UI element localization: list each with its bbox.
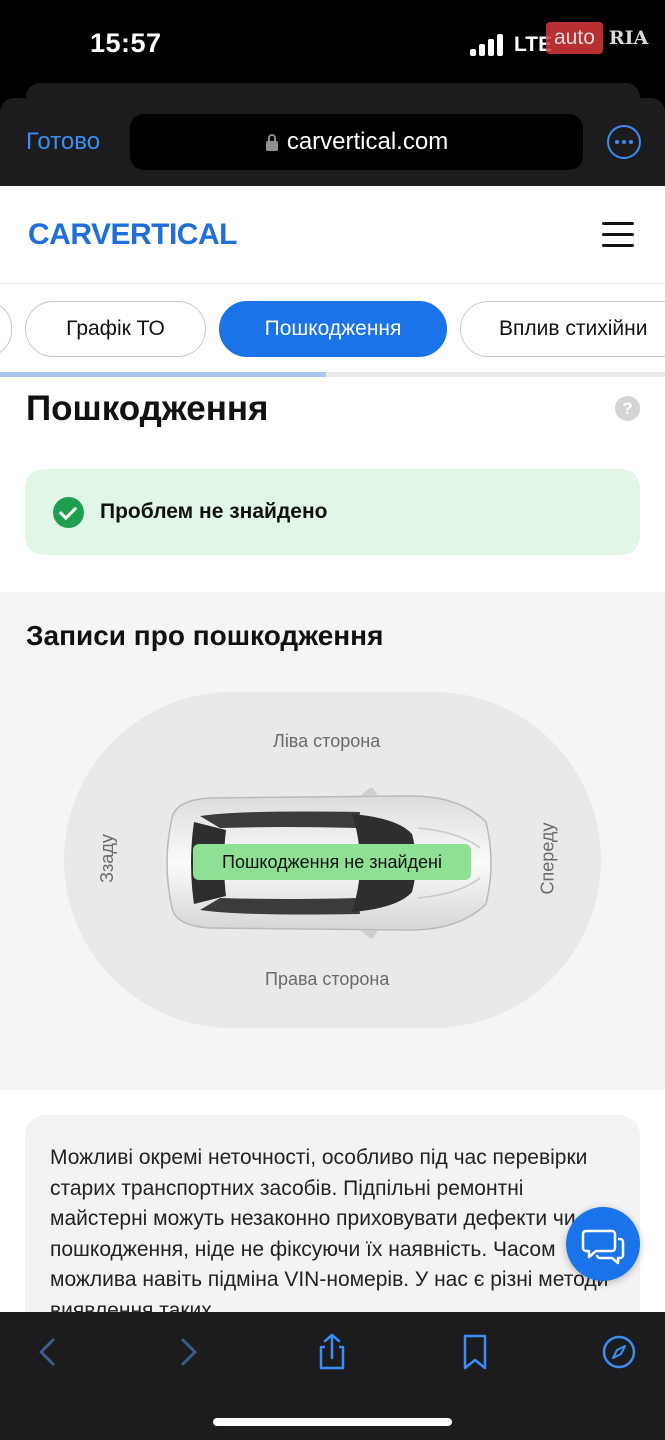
browser-top-bar: Готово carvertical.com: [0, 98, 665, 186]
left-side-label: Ліва сторона: [273, 731, 381, 751]
front-label: Спереду: [537, 822, 558, 895]
help-icon[interactable]: ?: [615, 396, 640, 421]
disclaimer-card: Можливі окремі неточності, особливо під …: [25, 1115, 640, 1312]
hamburger-icon[interactable]: [602, 222, 634, 248]
status-time: 15:57: [90, 28, 162, 58]
no-problems-banner: Проблем не знайдено: [25, 469, 640, 555]
share-icon[interactable]: [312, 1332, 352, 1372]
compass-icon[interactable]: [599, 1332, 639, 1372]
chat-support-button[interactable]: [566, 1207, 640, 1281]
tab-previous-partial[interactable]: [0, 301, 12, 357]
tabs-scroll-fill: [0, 372, 326, 377]
done-button[interactable]: Готово: [26, 128, 100, 156]
right-side-label: Права сторона: [265, 969, 390, 989]
tab-service-schedule[interactable]: Графік ТО: [25, 301, 206, 357]
home-indicator[interactable]: [213, 1418, 452, 1426]
url-text: carvertical.com: [286, 128, 449, 155]
web-content: CARVERTICAL Графік ТО Пошкодження Вплив …: [0, 186, 665, 1312]
ellipsis-circle-icon[interactable]: [607, 125, 641, 159]
no-damage-badge: Пошкодження не знайдені: [193, 844, 471, 880]
tabs-scroll-indicator: [0, 372, 665, 377]
status-bar: 15:57 LTE auto RIA: [0, 0, 665, 92]
carvertical-logo[interactable]: CARVERTICAL: [28, 218, 237, 252]
chat-bubbles-icon: [581, 1229, 625, 1265]
watermark-auto: auto: [546, 22, 603, 54]
autoria-watermark: auto RIA: [546, 20, 648, 56]
no-problems-text: Проблем не знайдено: [100, 500, 328, 523]
tab-natural-disasters[interactable]: Вплив стихійни: [460, 301, 665, 357]
disclaimer-text: Можливі окремі неточності, особливо під …: [50, 1146, 609, 1312]
bookmark-icon[interactable]: [455, 1332, 495, 1372]
lock-icon: [265, 133, 279, 151]
tab-damage[interactable]: Пошкодження: [219, 301, 447, 357]
site-header: CARVERTICAL: [0, 186, 665, 284]
damage-title: Пошкодження: [26, 389, 269, 428]
section-tabs: Графік ТО Пошкодження Вплив стихійни: [0, 301, 665, 359]
chevron-left-icon[interactable]: [28, 1332, 68, 1372]
rear-label: Ззаду: [96, 834, 117, 883]
damage-records-section: Записи про пошкодження Ліва сторона Прав…: [0, 592, 665, 1090]
watermark-ria: RIA: [608, 27, 649, 49]
check-circle-icon: [53, 496, 84, 528]
url-bar[interactable]: carvertical.com: [130, 114, 583, 170]
records-title: Записи про пошкодження: [26, 620, 384, 651]
signal-icon: [470, 34, 504, 56]
chevron-right-icon[interactable]: [168, 1332, 208, 1372]
